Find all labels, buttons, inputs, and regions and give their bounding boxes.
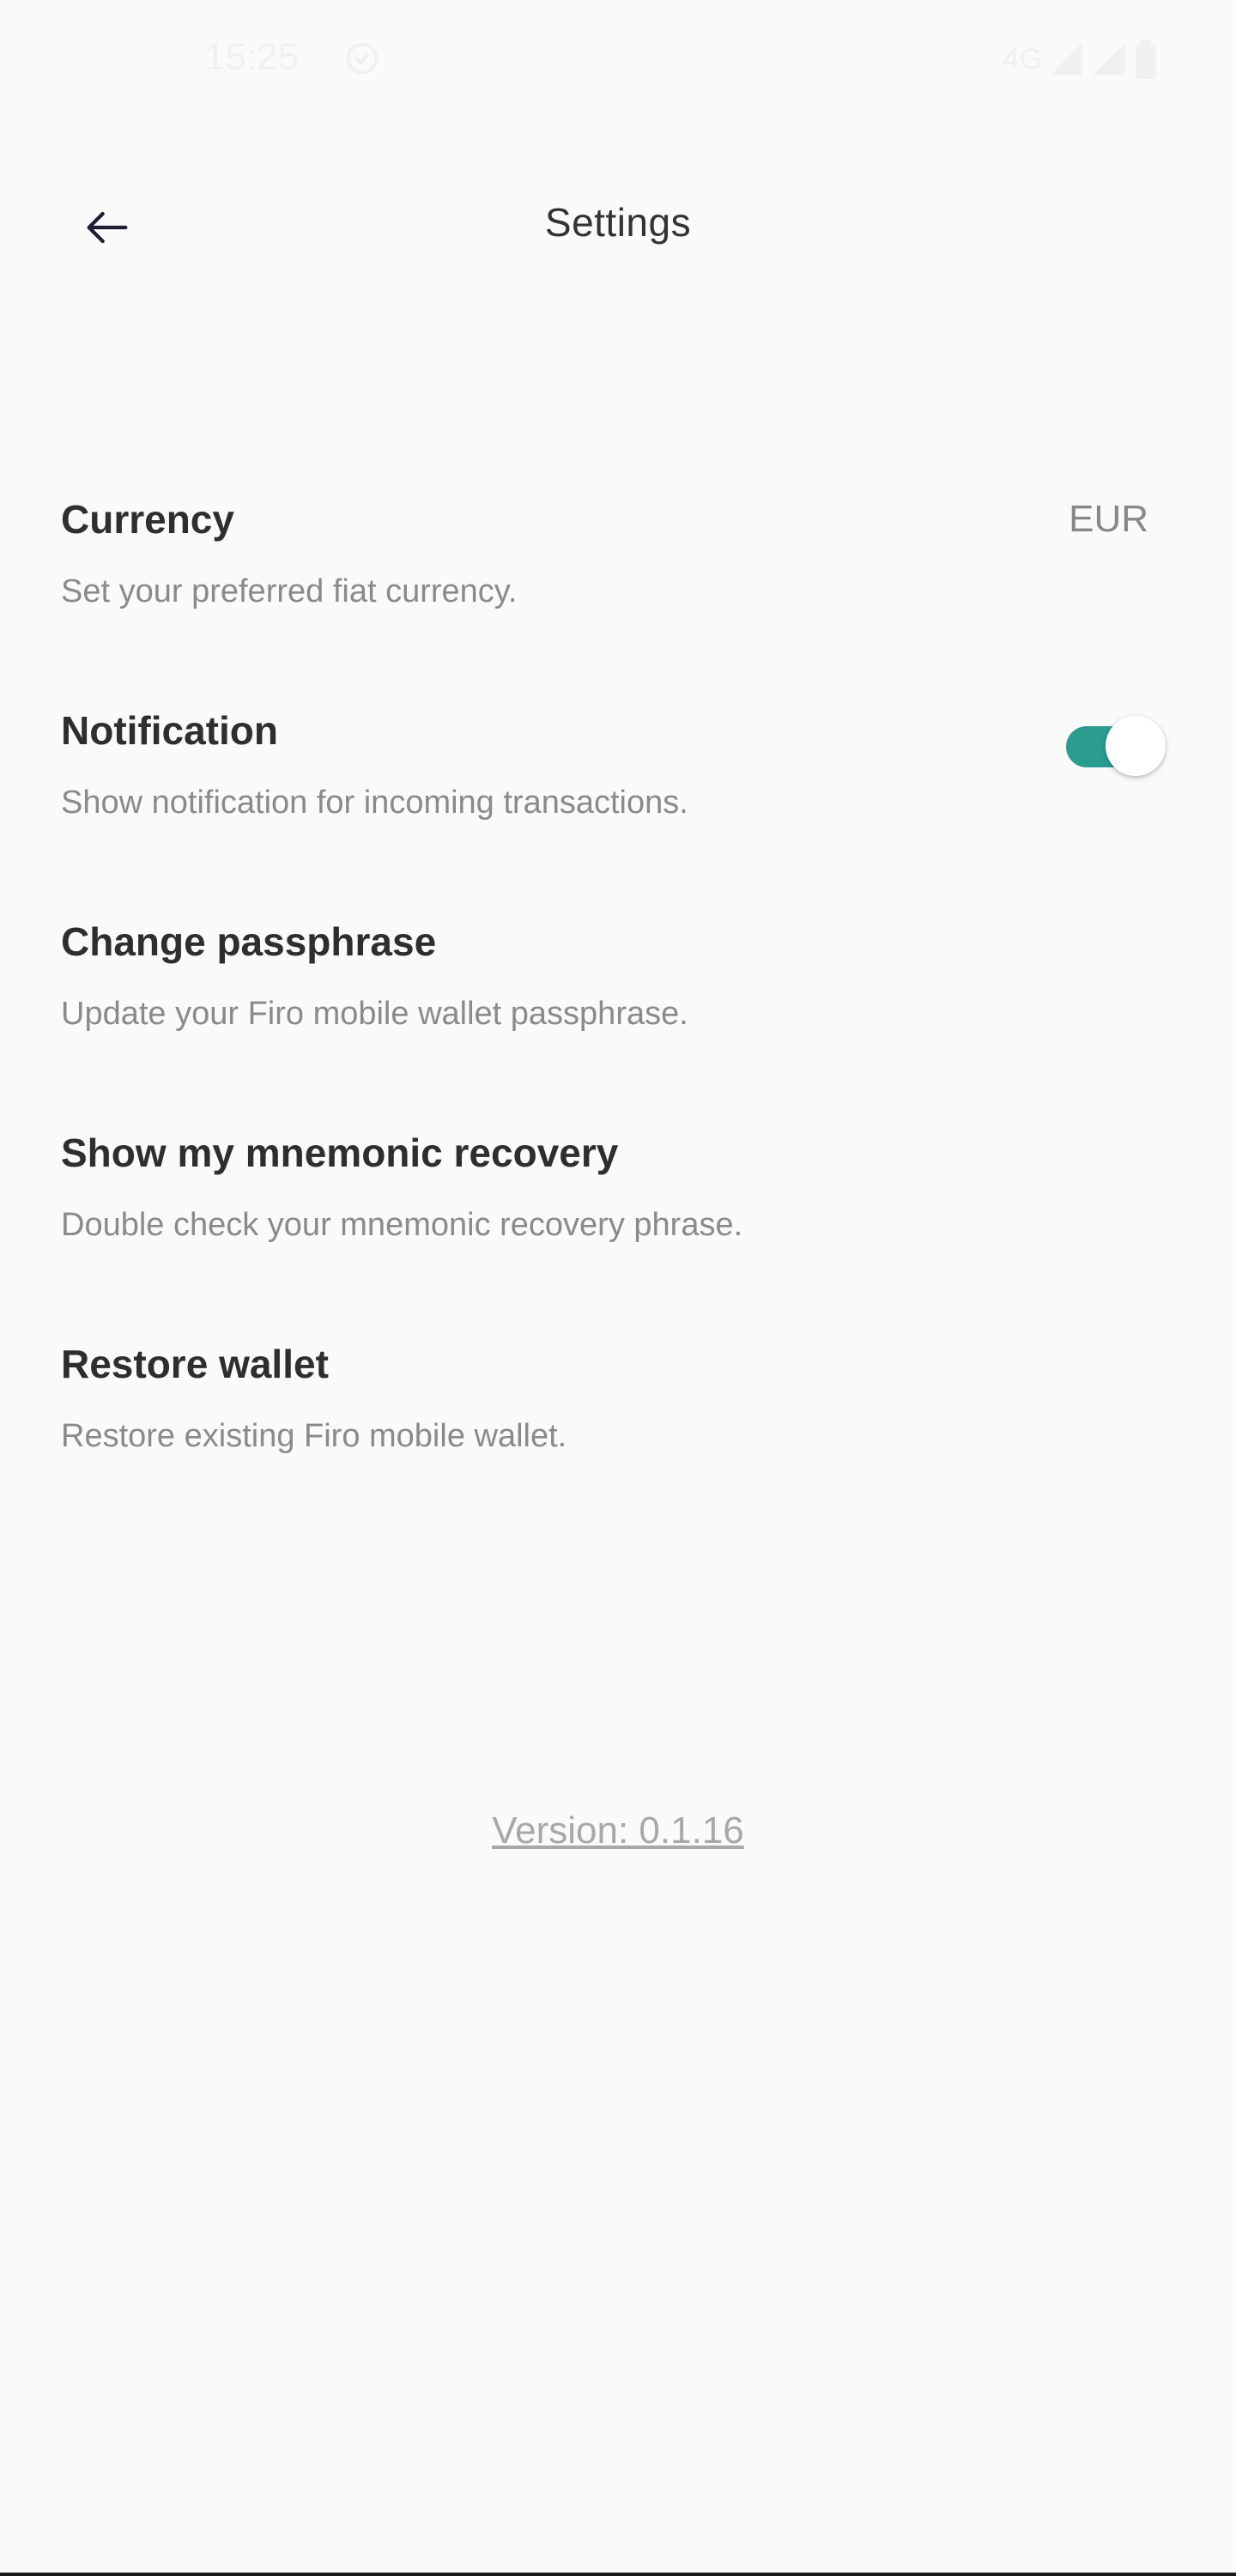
status-time: 15:25 — [204, 36, 300, 78]
settings-list: Currency Set your preferred fiat currenc… — [0, 472, 1236, 1528]
setting-title: Change passphrase — [61, 919, 437, 964]
setting-restore-wallet[interactable]: Restore wallet Restore existing Firo mob… — [0, 1317, 1236, 1528]
app-bar: Settings — [0, 163, 1236, 292]
battery-icon — [1136, 39, 1156, 79]
setting-subtitle: Restore existing Firo mobile wallet. — [61, 1418, 567, 1454]
toggle-thumb — [1106, 716, 1166, 776]
notification-toggle[interactable] — [1066, 706, 1166, 783]
signal-icon-secondary — [1093, 43, 1125, 76]
setting-title: Notification — [61, 708, 278, 753]
setting-subtitle: Set your preferred fiat currency. — [61, 573, 518, 609]
setting-title: Currency — [61, 497, 234, 542]
setting-subtitle: Show notification for incoming transacti… — [61, 785, 688, 821]
setting-currency[interactable]: Currency Set your preferred fiat currenc… — [0, 472, 1236, 683]
setting-title: Restore wallet — [61, 1342, 329, 1386]
page-title: Settings — [544, 200, 692, 245]
version-link[interactable]: Version: 0.1.16 — [0, 1809, 1236, 1852]
navigation-gesture-bar — [0, 2573, 1236, 2576]
status-icons: 4G — [1003, 38, 1159, 81]
setting-change-passphrase[interactable]: Change passphrase Update your Firo mobil… — [0, 894, 1236, 1106]
setting-title: Show my mnemonic recovery — [61, 1130, 619, 1175]
currency-value[interactable]: EUR — [1069, 498, 1148, 541]
signal-icon — [1050, 43, 1082, 76]
setting-subtitle: Double check your mnemonic recovery phra… — [61, 1207, 743, 1243]
network-type: 4G — [1003, 42, 1042, 76]
setting-notification: Notification Show notification for incom… — [0, 683, 1236, 894]
setting-show-mnemonic[interactable]: Show my mnemonic recovery Double check y… — [0, 1106, 1236, 1317]
sync-check-icon — [346, 42, 379, 75]
setting-subtitle: Update your Firo mobile wallet passphras… — [61, 996, 688, 1032]
status-bar: 15:25 4G — [0, 0, 1236, 120]
